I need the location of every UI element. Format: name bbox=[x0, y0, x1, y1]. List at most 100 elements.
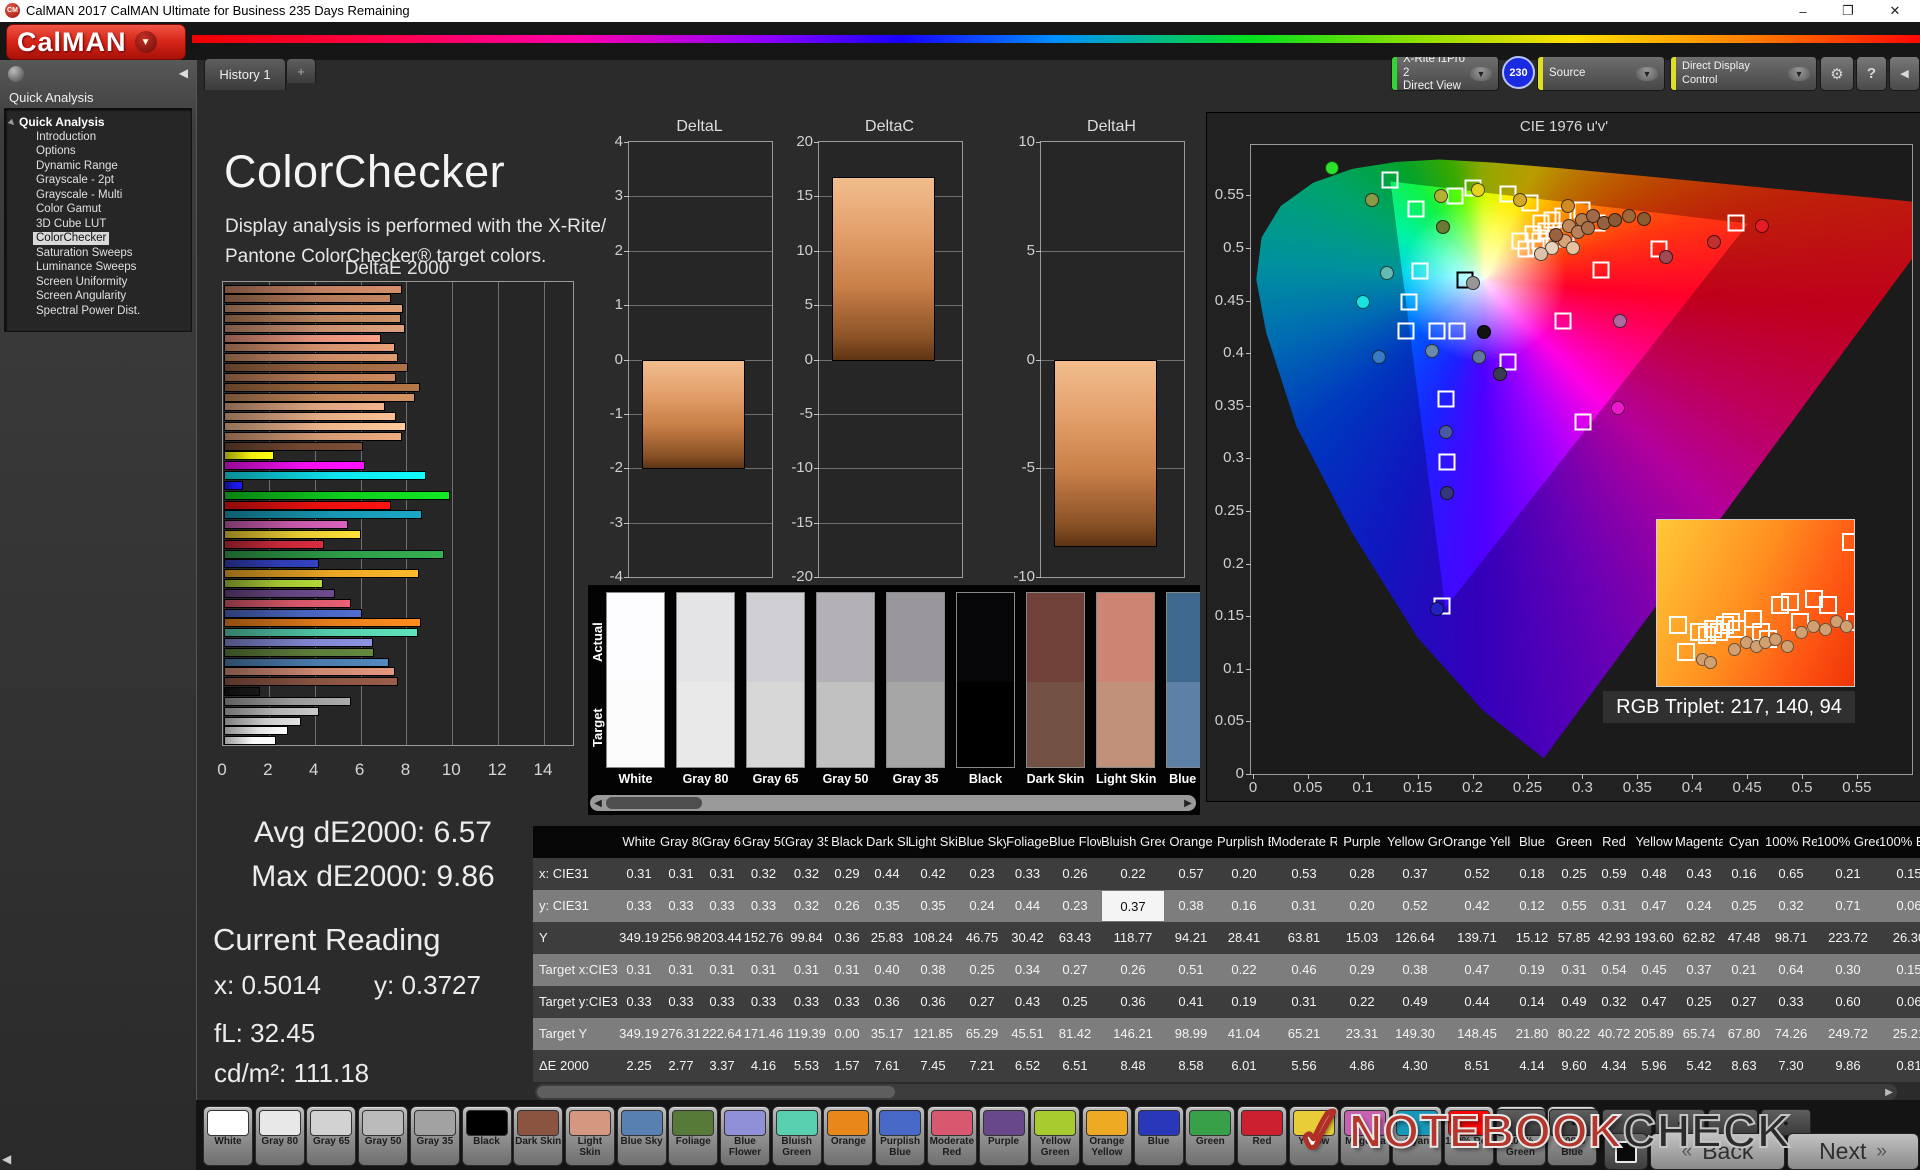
table-cell[interactable]: 0.33 bbox=[618, 890, 660, 922]
table-cell[interactable]: 0.36 bbox=[866, 986, 908, 1018]
table-cell[interactable]: 0.25 bbox=[1723, 890, 1765, 922]
patch-button-gray-50[interactable]: Gray 50 bbox=[358, 1106, 409, 1166]
strip-swatch-gray-65[interactable]: Gray 65 bbox=[746, 592, 805, 786]
meter-count-badge[interactable]: 230 bbox=[1502, 56, 1535, 89]
sidebar-scroll-left-icon[interactable]: ◀ bbox=[2, 1152, 11, 1166]
table-cell[interactable]: 119.39 bbox=[785, 1018, 828, 1050]
strip-swatch-white[interactable]: White bbox=[606, 592, 665, 786]
close-button[interactable]: ✕ bbox=[1878, 0, 1912, 22]
collapse-panel-icon[interactable]: ◀ bbox=[1889, 56, 1920, 91]
table-cell[interactable]: 149.30 bbox=[1387, 1018, 1443, 1050]
table-cell[interactable]: 0.21 bbox=[1817, 858, 1879, 890]
logo-dropdown-icon[interactable]: ▼ bbox=[134, 31, 157, 53]
tab-history-1[interactable]: History 1 bbox=[204, 58, 286, 90]
back-button[interactable]: « Back bbox=[1650, 1133, 1785, 1170]
strip-swatch-light-skin[interactable]: Light Skin bbox=[1096, 592, 1156, 786]
table-cell[interactable]: 0.24 bbox=[958, 890, 1006, 922]
table-cell[interactable]: 42.93 bbox=[1595, 922, 1633, 954]
table-cell[interactable]: 0.31 bbox=[618, 954, 660, 986]
table-cell[interactable]: 0.26 bbox=[1049, 858, 1101, 890]
restore-button[interactable]: ❐ bbox=[1831, 0, 1865, 22]
table-cell[interactable]: 98.71 bbox=[1765, 922, 1817, 954]
table-cell[interactable]: 0.22 bbox=[1337, 986, 1387, 1018]
table-cell[interactable]: 4.16 bbox=[742, 1050, 785, 1082]
table-cell[interactable]: 0.25 bbox=[1553, 858, 1595, 890]
table-cell[interactable]: 121.85 bbox=[908, 1018, 958, 1050]
table-cell[interactable]: 0.47 bbox=[1633, 986, 1675, 1018]
table-cell[interactable]: 349.19 bbox=[618, 922, 660, 954]
table-cell[interactable]: 276.31 bbox=[660, 1018, 702, 1050]
table-cell[interactable]: 0.15 bbox=[1879, 954, 1920, 986]
table-cell[interactable]: 0.49 bbox=[1553, 986, 1595, 1018]
table-cell[interactable]: 0.81 bbox=[1879, 1050, 1920, 1082]
table-cell[interactable]: 0.45 bbox=[1633, 954, 1675, 986]
patch-button-magenta[interactable]: Magenta bbox=[1340, 1106, 1391, 1166]
table-cell[interactable]: 0.35 bbox=[866, 890, 908, 922]
table-cell[interactable]: 0.25 bbox=[958, 954, 1006, 986]
table-cell[interactable]: 0.43 bbox=[1006, 986, 1049, 1018]
table-cell[interactable]: 0.32 bbox=[1765, 890, 1817, 922]
sidebar-item-grayscale-2pt[interactable]: Grayscale - 2pt bbox=[33, 174, 117, 187]
patch-button-orange[interactable]: Orange bbox=[823, 1106, 874, 1166]
patch-button-100-red[interactable]: 100% Red bbox=[1443, 1106, 1494, 1166]
table-cell[interactable]: 0.31 bbox=[618, 858, 660, 890]
table-cell[interactable]: 0.27 bbox=[1049, 954, 1101, 986]
table-cell[interactable]: 26.30 bbox=[1879, 922, 1920, 954]
table-cell[interactable]: 0.29 bbox=[1337, 954, 1387, 986]
table-cell[interactable]: 2.25 bbox=[618, 1050, 660, 1082]
table-cell[interactable]: 94.21 bbox=[1165, 922, 1217, 954]
transport-button[interactable]: ● bbox=[1708, 1109, 1758, 1136]
table-cell[interactable]: 0.23 bbox=[958, 858, 1006, 890]
table-cell[interactable]: 0.33 bbox=[660, 890, 702, 922]
table-cell[interactable]: 0.38 bbox=[908, 954, 958, 986]
sidebar-item-colorchecker[interactable]: ColorChecker bbox=[33, 232, 110, 245]
table-cell[interactable]: 41.04 bbox=[1217, 1018, 1271, 1050]
table-cell[interactable]: 0.14 bbox=[1511, 986, 1553, 1018]
sidebar-item-luminance-sweeps[interactable]: Luminance Sweeps bbox=[33, 261, 139, 274]
table-cell[interactable]: 0.18 bbox=[1511, 858, 1553, 890]
table-cell[interactable]: 0.31 bbox=[1271, 890, 1337, 922]
add-tab-button[interactable]: + bbox=[286, 58, 316, 83]
table-cell[interactable]: 99.84 bbox=[785, 922, 828, 954]
table-cell[interactable]: 3.37 bbox=[702, 1050, 742, 1082]
chevron-down-icon[interactable]: ▼ bbox=[1636, 66, 1658, 81]
table-cell[interactable]: 7.45 bbox=[908, 1050, 958, 1082]
patch-button-gray-35[interactable]: Gray 35 bbox=[409, 1106, 460, 1166]
table-cell[interactable]: 0.33 bbox=[1006, 858, 1049, 890]
table-cell[interactable]: 0.31 bbox=[1595, 890, 1633, 922]
transport-button[interactable]: ● bbox=[1655, 1109, 1705, 1136]
table-cell[interactable]: 0.31 bbox=[785, 954, 828, 986]
meter-dropdown[interactable]: X-Rite i1Pro 2 Direct View ▼ bbox=[1391, 56, 1499, 91]
table-cell[interactable]: 6.51 bbox=[1049, 1050, 1101, 1082]
strip-swatch-gray-80[interactable]: Gray 80 bbox=[676, 592, 735, 786]
patch-button-moderate-red[interactable]: Moderate Red bbox=[926, 1106, 977, 1166]
table-cell[interactable]: 0.34 bbox=[1006, 954, 1049, 986]
table-cell[interactable]: 0.33 bbox=[742, 986, 785, 1018]
table-cell[interactable]: 67.80 bbox=[1723, 1018, 1765, 1050]
transport-button[interactable]: ● bbox=[1496, 1109, 1546, 1136]
table-cell[interactable]: 0.42 bbox=[908, 858, 958, 890]
sidebar-item-screen-angularity[interactable]: Screen Angularity bbox=[33, 290, 129, 303]
table-cell[interactable]: 0.20 bbox=[1217, 858, 1271, 890]
table-cell[interactable]: 21.80 bbox=[1511, 1018, 1553, 1050]
table-selected-cell[interactable]: 0.37 bbox=[1101, 890, 1165, 922]
table-cell[interactable]: 146.21 bbox=[1101, 1018, 1165, 1050]
table-cell[interactable]: 0.55 bbox=[1553, 890, 1595, 922]
table-cell[interactable]: 0.36 bbox=[1101, 986, 1165, 1018]
transport-button[interactable]: ● bbox=[1602, 1109, 1652, 1136]
table-cell[interactable]: 0.22 bbox=[1217, 954, 1271, 986]
table-cell[interactable]: 4.34 bbox=[1595, 1050, 1633, 1082]
table-cell[interactable]: 47.48 bbox=[1723, 922, 1765, 954]
table-cell[interactable]: 0.22 bbox=[1101, 858, 1165, 890]
table-cell[interactable]: 0.12 bbox=[1511, 890, 1553, 922]
table-cell[interactable]: 108.24 bbox=[908, 922, 958, 954]
table-cell[interactable]: 65.74 bbox=[1675, 1018, 1723, 1050]
table-cell[interactable]: 0.44 bbox=[866, 858, 908, 890]
table-cell[interactable]: 25.21 bbox=[1879, 1018, 1920, 1050]
strip-swatch-gray-35[interactable]: Gray 35 bbox=[886, 592, 945, 786]
table-cell[interactable]: 4.86 bbox=[1337, 1050, 1387, 1082]
table-cell[interactable]: 139.71 bbox=[1443, 922, 1511, 954]
table-cell[interactable]: 203.44 bbox=[702, 922, 742, 954]
table-cell[interactable]: 0.31 bbox=[828, 954, 866, 986]
table-cell[interactable]: 0.15 bbox=[1879, 858, 1920, 890]
